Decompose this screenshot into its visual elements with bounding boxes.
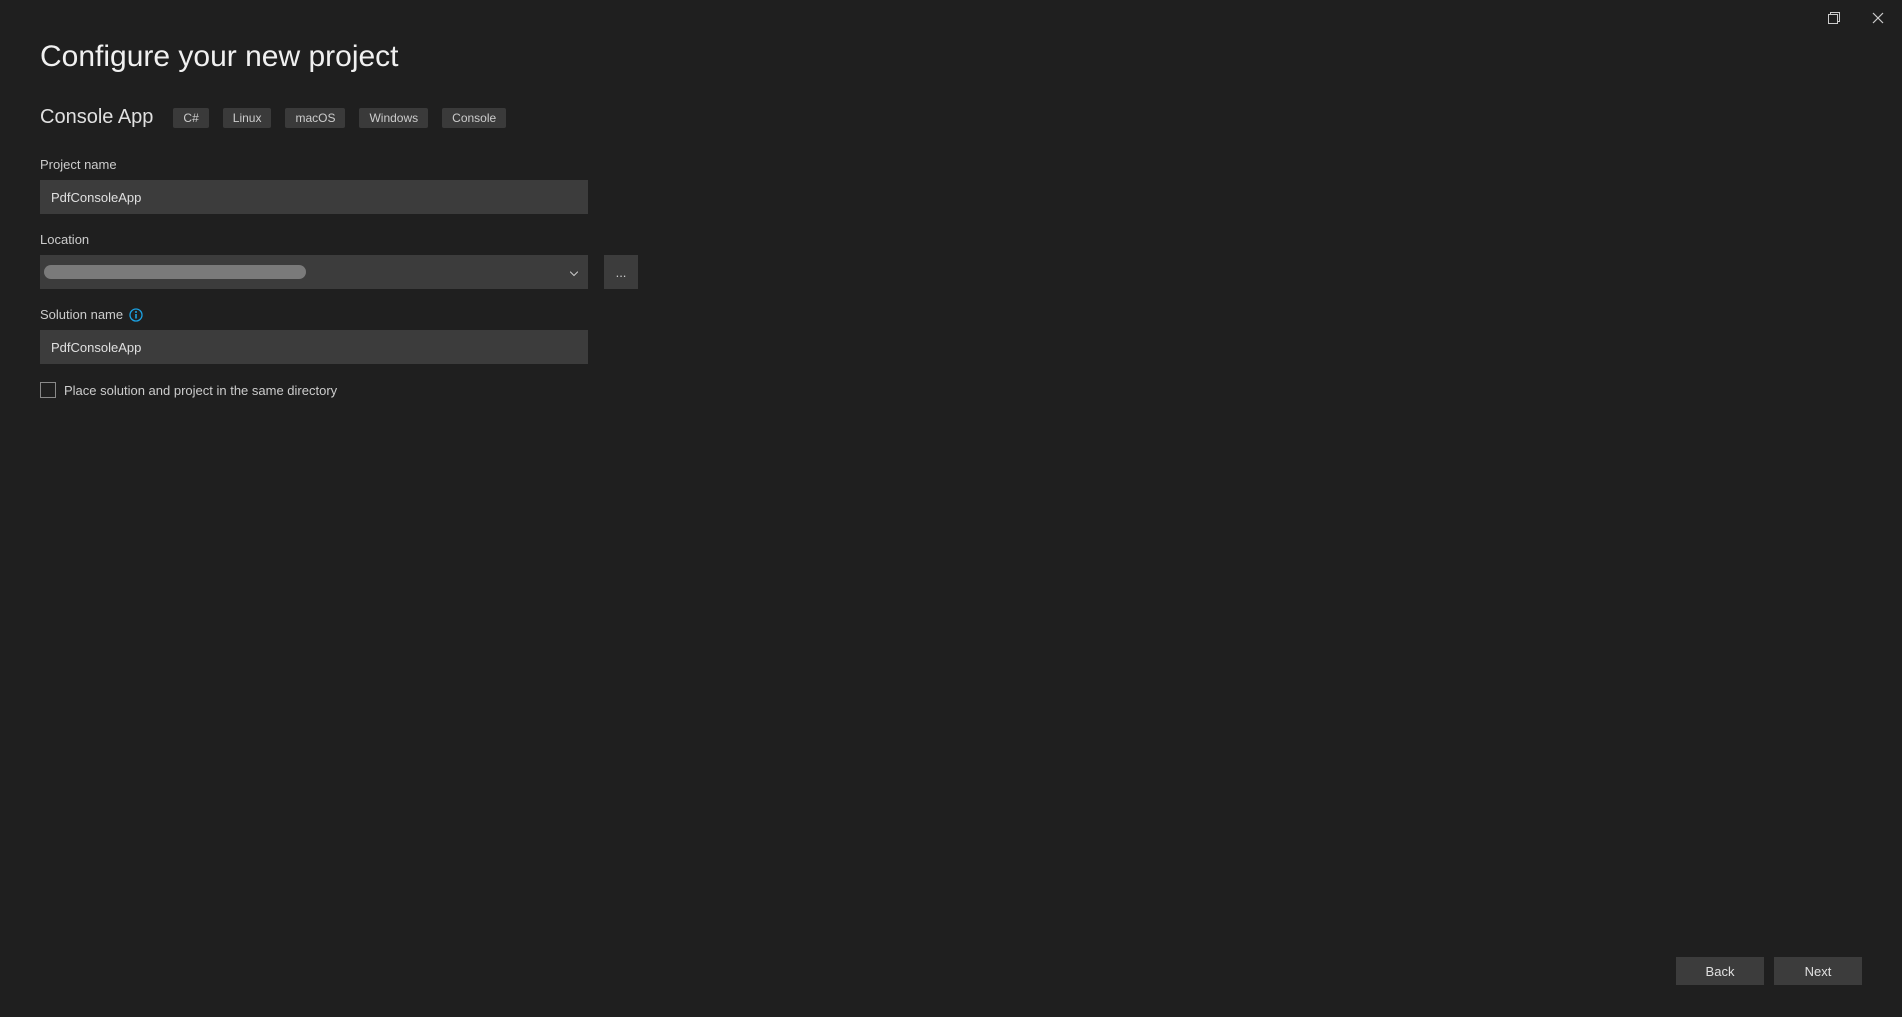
template-name: Console App [40, 106, 153, 129]
main-content: Configure your new project Console App C… [0, 0, 1902, 398]
location-label: Location [40, 232, 640, 247]
template-tag: macOS [285, 108, 345, 128]
same-directory-label[interactable]: Place solution and project in the same d… [64, 383, 337, 398]
page-title: Configure your new project [40, 40, 1862, 74]
solution-name-group: Solution name [40, 307, 640, 364]
template-tag: Linux [223, 108, 272, 128]
solution-name-label: Solution name [40, 307, 123, 322]
location-group: Location ... [40, 232, 640, 289]
info-icon[interactable] [129, 308, 143, 322]
template-tag: Console [442, 108, 506, 128]
same-directory-row: Place solution and project in the same d… [40, 382, 1862, 398]
template-tag: Windows [359, 108, 428, 128]
close-window-icon[interactable] [1868, 8, 1888, 28]
project-name-input[interactable] [40, 180, 588, 214]
solution-name-input[interactable] [40, 330, 588, 364]
template-header-row: Console App C# Linux macOS Windows Conso… [40, 106, 1862, 129]
footer-buttons: Back Next [1676, 957, 1862, 985]
restore-window-icon[interactable] [1824, 8, 1844, 28]
back-button[interactable]: Back [1676, 957, 1764, 985]
template-tag: C# [173, 108, 208, 128]
window-titlebar-controls [1810, 0, 1902, 36]
next-button[interactable]: Next [1774, 957, 1862, 985]
same-directory-checkbox[interactable] [40, 382, 56, 398]
browse-location-button[interactable]: ... [604, 255, 638, 289]
project-name-label: Project name [40, 157, 640, 172]
project-name-group: Project name [40, 157, 640, 214]
location-combobox[interactable] [40, 255, 588, 289]
